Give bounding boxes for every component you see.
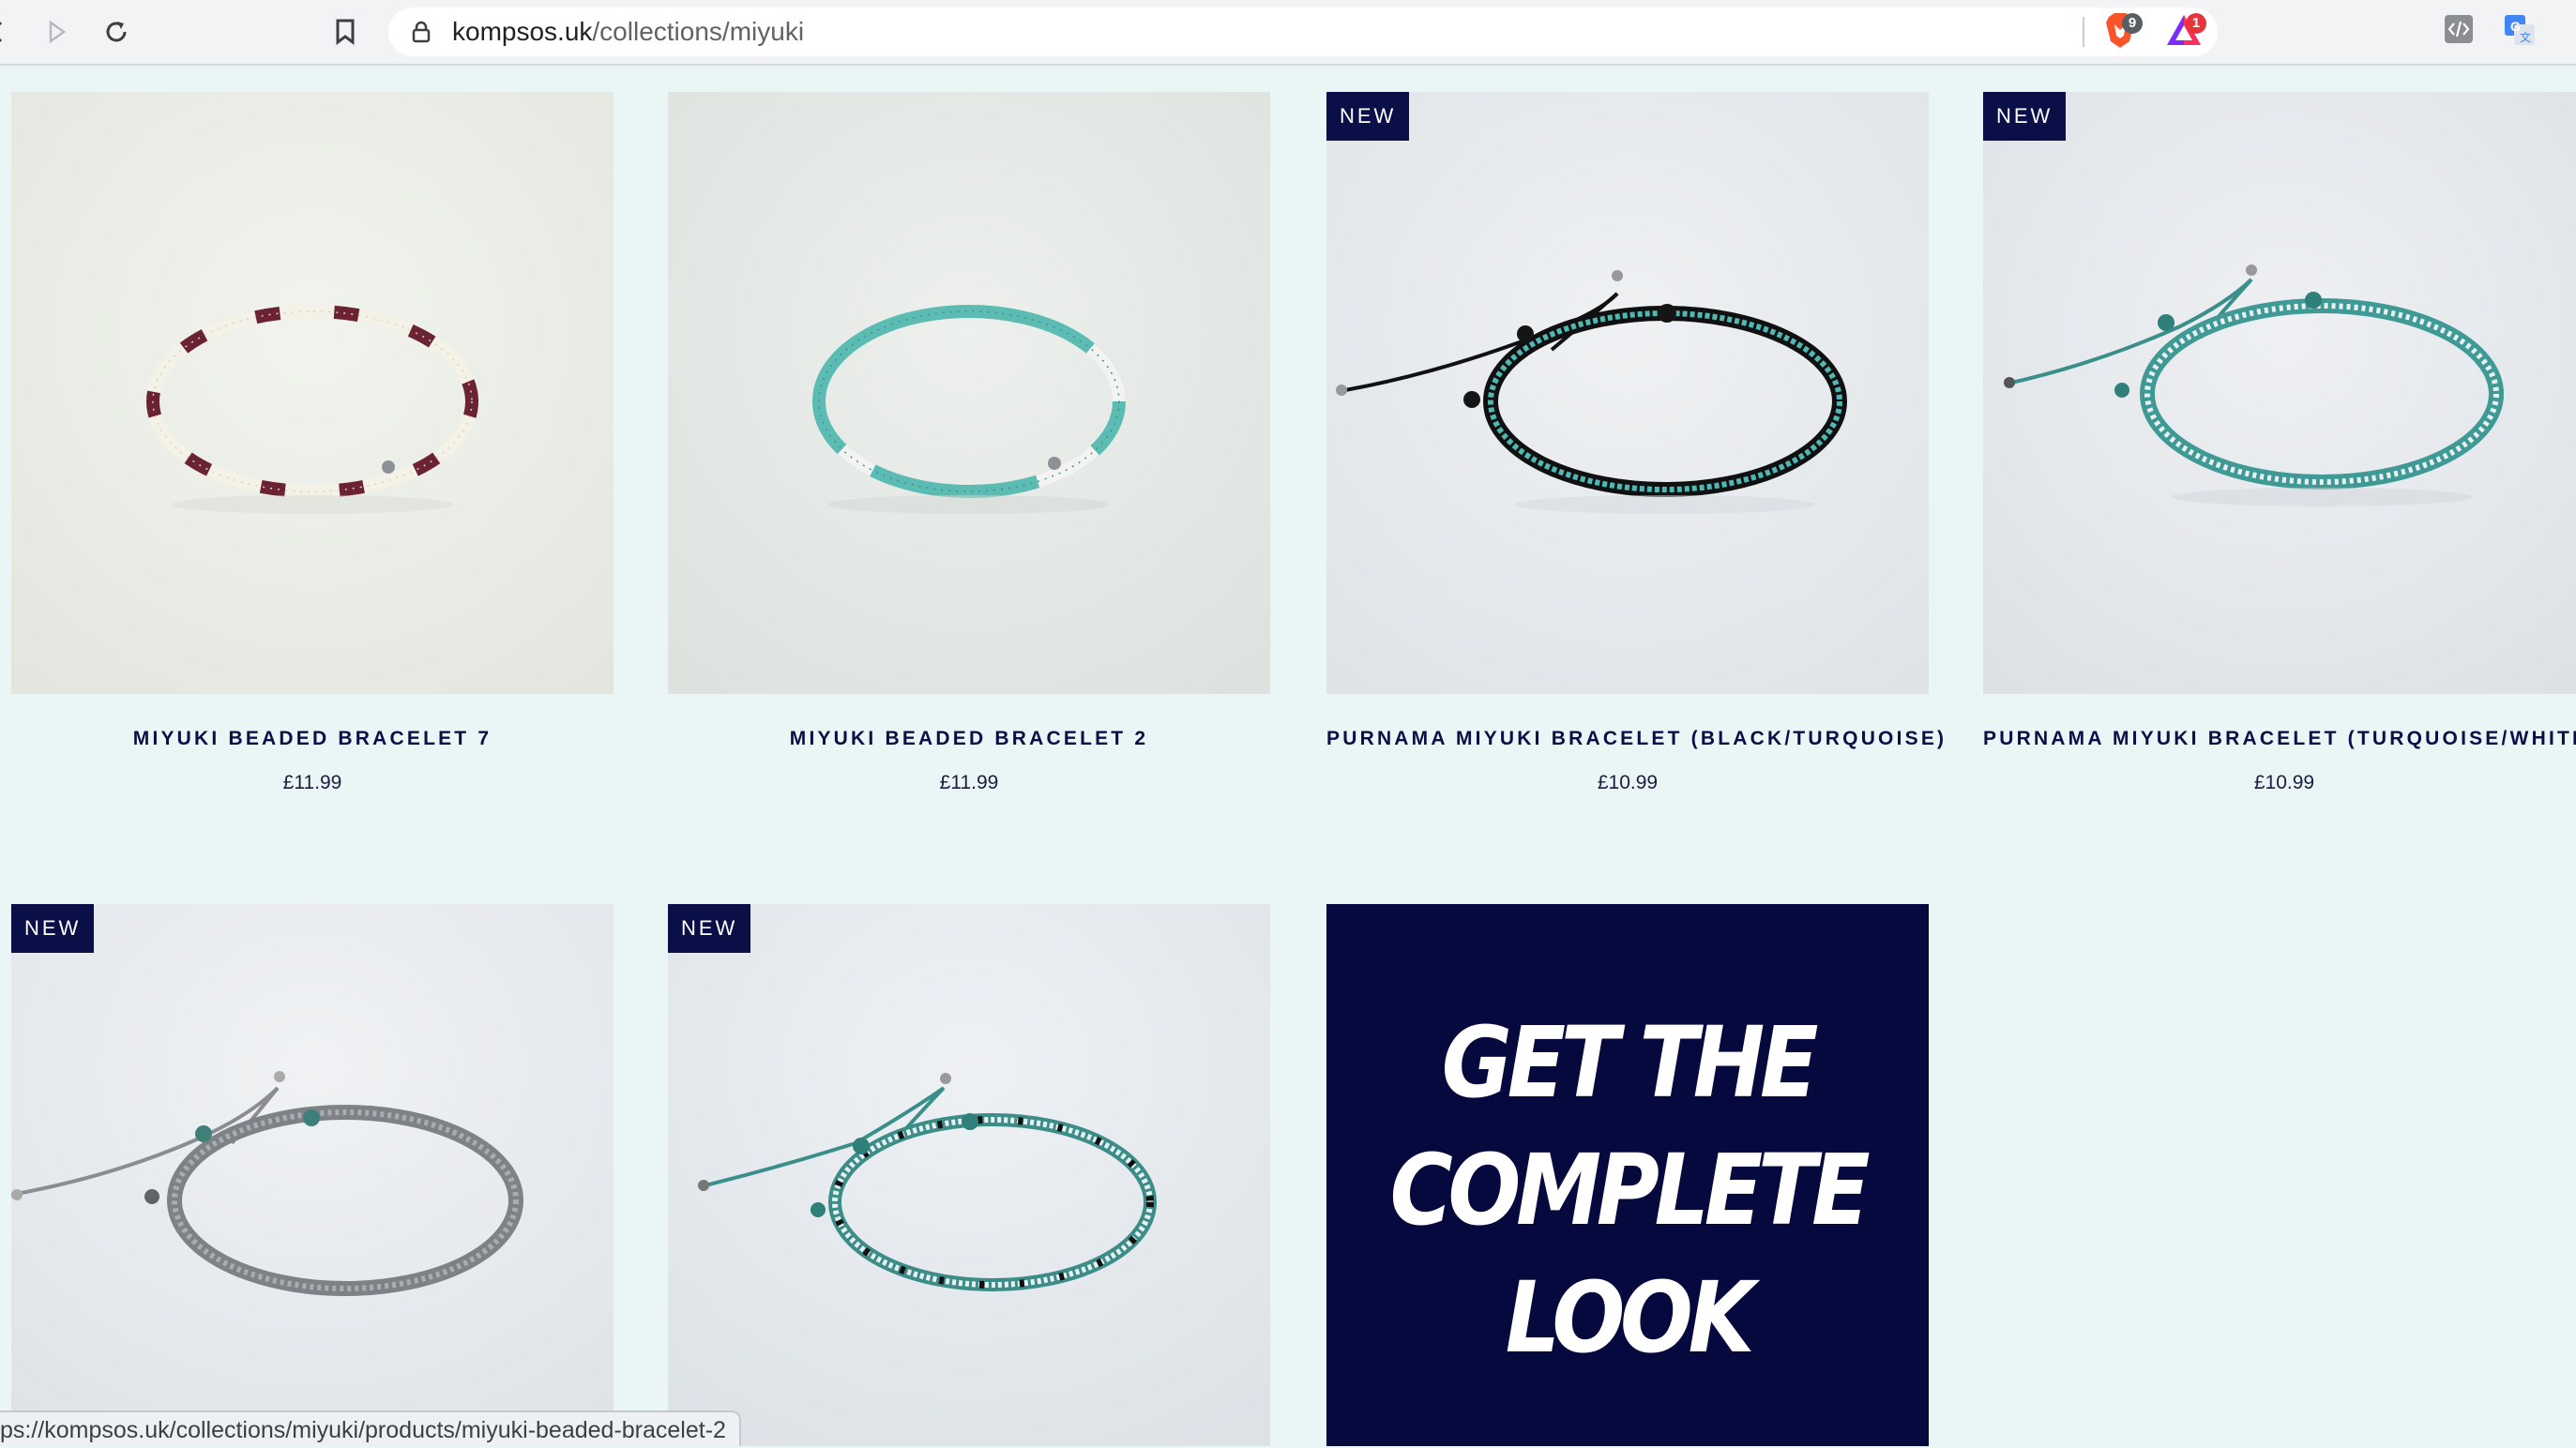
product-image[interactable] xyxy=(11,92,614,694)
play-forward-icon xyxy=(49,20,67,44)
url-text: kompsos.uk/collections/miyuki xyxy=(452,8,804,56)
forward-button[interactable] xyxy=(38,13,75,51)
promo-line-1: GET THE xyxy=(1441,1005,1819,1120)
product-title[interactable]: MIYUKI BEADED BRACELET 7 xyxy=(11,728,614,750)
product-title[interactable]: PURNAMA MIYUKI BRACELET (BLACK/TURQUOISE… xyxy=(1326,728,1944,750)
bracelet-black-turquoise-image xyxy=(1326,92,1929,694)
url-path: /collections/miyuki xyxy=(592,17,805,46)
product-image[interactable]: NEW xyxy=(11,904,614,1446)
reload-icon xyxy=(106,22,127,42)
new-badge: NEW xyxy=(1326,92,1410,141)
bracelet-turquoise-white-cord-image xyxy=(1983,92,2576,694)
reload-button[interactable] xyxy=(98,13,135,51)
product-price: £11.99 xyxy=(939,772,999,793)
lock-icon xyxy=(412,21,431,43)
browser-toolbar: kompsos.uk/collections/miyuki 9 1 G 文 xyxy=(0,0,2576,66)
new-badge: NEW xyxy=(668,904,751,953)
brave-shield-button[interactable]: 9 xyxy=(2101,9,2143,51)
product-image[interactable] xyxy=(668,92,1270,694)
product-price: £11.99 xyxy=(282,772,342,793)
product-price: £10.99 xyxy=(1597,772,1659,793)
promo-line-3: LOOK xyxy=(1505,1260,1755,1375)
product-image[interactable]: NEW xyxy=(1983,92,2576,694)
address-bar[interactable]: kompsos.uk/collections/miyuki 9 1 xyxy=(388,8,2218,56)
url-domain: kompsos.uk xyxy=(452,17,593,46)
bracelet-turquoise-white-image xyxy=(668,92,1270,694)
url-divider xyxy=(2083,17,2084,47)
translate-icon: G 文 xyxy=(2505,15,2535,45)
back-button[interactable] xyxy=(0,13,15,51)
product-title[interactable]: MIYUKI BEADED BRACELET 2 xyxy=(668,728,1270,750)
back-arrow-icon xyxy=(0,22,3,42)
product-price: £10.99 xyxy=(2253,772,2315,793)
shield-count-badge: 9 xyxy=(2122,13,2143,34)
dev-tools-extension-button[interactable] xyxy=(2443,13,2484,54)
status-bar-url: ps://kompsos.uk/collections/miyuki/produ… xyxy=(0,1410,741,1446)
rewards-count-badge: 1 xyxy=(2186,13,2206,34)
bracelet-white-turquoise-black-image xyxy=(668,904,1270,1446)
product-title[interactable]: PURNAMA MIYUKI BRACELET (TURQUOISE/WHITE… xyxy=(1983,728,2576,750)
bookmark-button[interactable] xyxy=(326,13,364,51)
new-badge: NEW xyxy=(11,904,95,953)
bracelet-grey-image xyxy=(11,904,614,1446)
product-image[interactable]: NEW xyxy=(1326,92,1929,694)
brave-rewards-button[interactable]: 1 xyxy=(2163,9,2206,51)
product-image[interactable]: NEW xyxy=(668,904,1270,1446)
svg-text:文: 文 xyxy=(2520,30,2531,44)
bracelet-white-burgundy-image xyxy=(11,92,614,694)
new-badge: NEW xyxy=(1983,92,2067,141)
code-icon xyxy=(2445,15,2473,43)
promo-line-2: COMPLETE xyxy=(1389,1133,1871,1247)
complete-the-look-banner[interactable]: GET THE COMPLETE LOOK xyxy=(1326,904,1929,1446)
translate-extension-button[interactable]: G 文 xyxy=(2503,13,2544,54)
bookmark-icon xyxy=(336,19,355,45)
